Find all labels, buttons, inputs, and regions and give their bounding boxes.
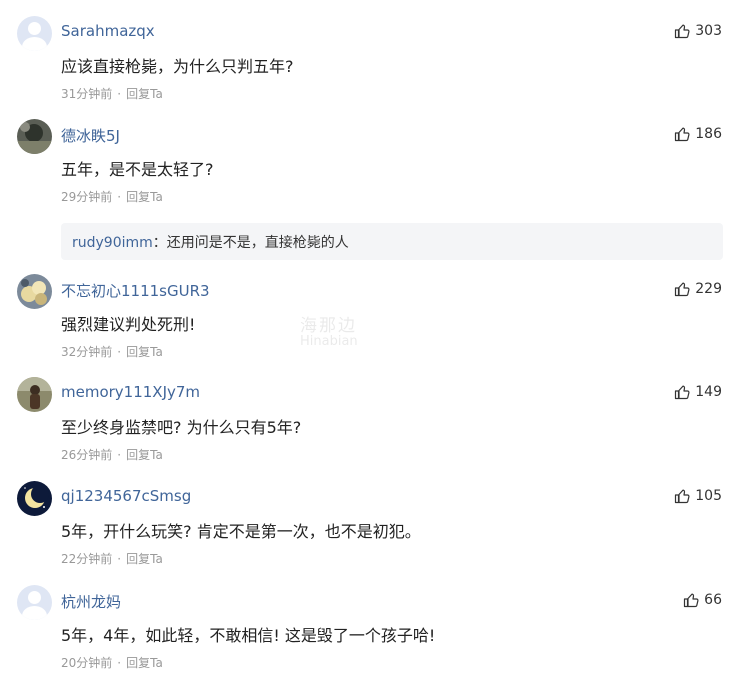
thumbs-up-icon [675,127,690,142]
reply-link[interactable]: 回复Ta [126,552,163,566]
meta-separator: · [117,448,122,462]
like-count: 186 [695,126,722,142]
thumbs-up-icon [675,282,690,297]
meta-separator: · [117,656,122,670]
comment-text: 5年，4年，如此轻，不敢相信! 这是毁了一个孩子哈! [61,626,436,645]
like-button[interactable]: 229 [674,281,722,297]
comment-time: 29分钟前 [61,190,113,204]
comment-time: 32分钟前 [61,345,113,359]
comment-username[interactable]: 杭州龙妈 [61,591,121,612]
reply-link[interactable]: 回复Ta [126,656,163,670]
reply-link[interactable]: 回复Ta [126,345,163,359]
watermark-cn: 海那边 [300,316,357,336]
meta-separator: · [117,345,122,359]
meta-separator: · [117,190,122,204]
watermark: 海那边 Hinabian [300,318,358,350]
comment-text: 5年，开什么玩笑? 肯定不是第一次，也不是初犯。 [61,522,421,541]
comment-meta: 26分钟前 · 回复Ta [61,446,163,463]
comment-meta: 31分钟前 · 回复Ta [61,85,163,102]
comment-time: 31分钟前 [61,87,113,101]
avatar[interactable] [17,377,52,412]
meta-separator: · [117,87,122,101]
like-button[interactable]: 66 [683,592,722,608]
thumbs-up-icon [675,385,690,400]
reply-link[interactable]: 回复Ta [126,87,163,101]
like-button[interactable]: 105 [674,488,722,504]
comment-meta: 22分钟前 · 回复Ta [61,550,163,567]
like-count: 105 [695,488,722,504]
like-button[interactable]: 303 [674,23,722,39]
sub-reply: rudy90imm：还用问是不是，直接枪毙的人 [61,223,723,260]
comment-username[interactable]: 不忘初心1111sGUR3 [61,280,210,301]
avatar[interactable] [17,585,52,620]
watermark-en: Hinabian [300,334,358,349]
comment-username[interactable]: memory111XJy7m [61,383,200,401]
avatar[interactable] [17,481,52,516]
sub-reply-text: 还用问是不是，直接枪毙的人 [166,235,349,251]
comment-meta: 20分钟前 · 回复Ta [61,654,163,671]
like-count: 229 [695,281,722,297]
like-count: 66 [704,592,722,608]
comment-text: 强烈建议判处死刑! [61,315,196,334]
avatar[interactable] [17,16,52,51]
comment-text: 至少终身监禁吧? 为什么只有5年? [61,418,302,437]
comment-time: 20分钟前 [61,656,113,670]
comment-time: 22分钟前 [61,552,113,566]
like-count: 149 [695,384,722,400]
avatar[interactable] [17,119,52,154]
sub-reply-username[interactable]: rudy90imm [72,235,153,251]
reply-link[interactable]: 回复Ta [126,448,163,462]
like-button[interactable]: 186 [674,126,722,142]
comment-username[interactable]: 德冰眣5J [61,125,120,146]
sub-reply-separator: ： [152,235,167,251]
comment-text: 应该直接枪毙，为什么只判五年? [61,57,294,76]
comment-username[interactable]: qj1234567cSmsg [61,487,191,505]
like-count: 303 [695,23,722,39]
like-button[interactable]: 149 [674,384,722,400]
meta-separator: · [117,552,122,566]
comment-meta: 29分钟前 · 回复Ta [61,188,163,205]
comment-username[interactable]: Sarahmazqx [61,22,155,40]
thumbs-up-icon [675,489,690,504]
comment-time: 26分钟前 [61,448,113,462]
reply-link[interactable]: 回复Ta [126,190,163,204]
avatar[interactable] [17,274,52,309]
comment-text: 五年，是不是太轻了? [61,160,214,179]
thumbs-up-icon [684,593,699,608]
thumbs-up-icon [675,24,690,39]
comment-meta: 32分钟前 · 回复Ta [61,343,163,360]
